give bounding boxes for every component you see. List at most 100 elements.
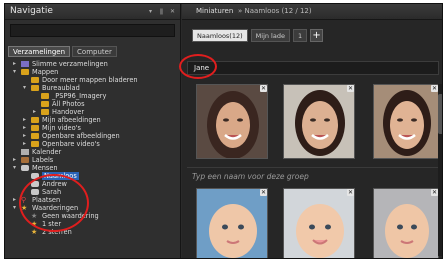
app-window: Navigatie ▾ ǁ ✕ Verzamelingen Computer ▸… (4, 3, 443, 259)
tree-item-label: Labels (32, 156, 54, 164)
breadcrumb: » Naamloos (12 / 12) (238, 7, 312, 15)
tree-item-label: _PSP96_Imagery (52, 92, 107, 100)
remove-thumbnail-icon[interactable]: ✕ (260, 85, 267, 92)
baby-face-photo (284, 189, 354, 258)
folder-icon (31, 117, 39, 123)
tab-verzamelingen[interactable]: Verzamelingen (8, 46, 71, 57)
baby-face-photo (197, 189, 267, 258)
vertical-scrollbar[interactable] (438, 84, 442, 256)
face-thumbnail[interactable]: ✕ (373, 84, 439, 159)
tree-item[interactable]: ▸ Openbare video's (5, 140, 181, 148)
calendar-icon (21, 149, 29, 155)
tree-item-label: Kalender (32, 148, 62, 156)
tree-item[interactable]: _PSP96_Imagery (5, 92, 181, 100)
panel-dock-icon[interactable]: ǁ (160, 8, 163, 15)
tag-icon (21, 157, 29, 163)
folder-icon (41, 109, 49, 115)
add-tab-button[interactable]: + (310, 29, 324, 42)
collapse-arrow-icon[interactable]: ▾ (13, 164, 16, 172)
tree-item[interactable]: ▾ Mappen (5, 68, 181, 76)
thumbnails-header: Miniaturen » Naamloos (12 / 12) (182, 4, 442, 20)
remove-thumbnail-icon[interactable]: ✕ (431, 189, 438, 196)
expand-arrow-icon[interactable]: ▸ (23, 140, 26, 148)
face-thumbnail[interactable]: ✕ (283, 84, 355, 159)
folder-icon (31, 85, 39, 91)
folder-icon (31, 141, 39, 147)
folder-icon (31, 133, 39, 139)
highlight-ring-people (19, 174, 89, 232)
face-thumbnail[interactable]: ✕ (283, 188, 355, 258)
tree-item[interactable]: Door meer mappen bladeren (5, 76, 181, 84)
folder-icon (41, 93, 49, 99)
person-icon (21, 165, 29, 171)
thumbnails-panel: Miniaturen » Naamloos (12 / 12) Naamloos… (182, 4, 442, 258)
highlight-ring-name-field (179, 54, 217, 79)
folder-icon (31, 77, 39, 83)
tab-count[interactable]: 1 (292, 29, 308, 42)
tree-item[interactable]: ▾ Bureaublad (5, 84, 181, 92)
remove-thumbnail-icon[interactable]: ✕ (347, 85, 354, 92)
tree-item[interactable]: ▾ Mensen (5, 164, 181, 172)
expand-arrow-icon[interactable]: ▸ (33, 108, 36, 116)
woman-face-photo (374, 85, 438, 158)
folder-icon (41, 101, 49, 107)
collapse-arrow-icon[interactable]: ▾ (23, 84, 26, 92)
tree-item[interactable]: ▸ Handover (5, 108, 181, 116)
tree-item-label: Openbare afbeeldingen (42, 132, 120, 140)
expand-arrow-icon[interactable]: ▸ (13, 196, 16, 204)
tab-naamloos[interactable]: Naamloos(12) (192, 29, 248, 42)
tree-item-label: Mensen (32, 164, 58, 172)
star-icon: ★ (31, 228, 38, 236)
expand-arrow-icon[interactable]: ▸ (13, 156, 16, 164)
baby-face-photo (374, 189, 438, 258)
navigation-header: Navigatie ▾ ǁ ✕ (5, 4, 180, 20)
collapse-arrow-icon[interactable]: ▾ (13, 204, 16, 212)
collapse-arrow-icon[interactable]: ▾ (13, 68, 16, 76)
remove-thumbnail-icon[interactable]: ✕ (260, 189, 267, 196)
folder-icon (31, 125, 39, 131)
tree-item-label: Openbare video's (42, 140, 100, 148)
tree-item-label: Door meer mappen bladeren (42, 76, 138, 84)
face-thumbnail[interactable]: ✕ (196, 188, 268, 258)
tree-item[interactable]: All Photos (5, 100, 181, 108)
tab-computer[interactable]: Computer (72, 46, 117, 57)
tree-item-label: Mappen (32, 68, 59, 76)
navigation-tabs: Verzamelingen Computer (8, 46, 117, 57)
tree-item[interactable]: ★ 2 sterren (5, 228, 181, 236)
face-thumbnail[interactable]: ✕ (373, 188, 439, 258)
tree-item[interactable]: Kalender (5, 148, 181, 156)
thumbnails-title: Miniaturen (196, 7, 234, 15)
tree-item[interactable]: ▸ Mijn video's (5, 124, 181, 132)
tree-item[interactable]: ▸ Labels (5, 156, 181, 164)
group-divider (187, 167, 439, 168)
face-thumbnail[interactable]: ✕ (196, 84, 268, 159)
expand-arrow-icon[interactable]: ▸ (23, 116, 26, 124)
tree-item[interactable]: ▸ Openbare afbeeldingen (5, 132, 181, 140)
expand-arrow-icon[interactable]: ▸ (23, 124, 26, 132)
navigation-title: Navigatie (10, 6, 53, 16)
tree-item-label: Mijn afbeeldingen (42, 116, 101, 124)
navigation-search-field[interactable] (10, 24, 175, 37)
group-name-placeholder[interactable]: Typ een naam voor deze groep (192, 172, 309, 181)
tree-item[interactable]: Naamloos (5, 172, 181, 180)
tab-mijn-lade[interactable]: Mijn lade (250, 29, 290, 42)
folder-icon (21, 69, 29, 75)
woman-face-photo (197, 85, 267, 158)
scrollbar-thumb[interactable] (438, 94, 442, 134)
remove-thumbnail-icon[interactable]: ✕ (347, 189, 354, 196)
tree-item-label: All Photos (52, 100, 85, 108)
expand-arrow-icon[interactable]: ▸ (23, 132, 26, 140)
tree-item[interactable]: ▸ Slimme verzamelingen (5, 60, 181, 68)
remove-thumbnail-icon[interactable]: ✕ (431, 85, 438, 92)
smart-album-icon (21, 61, 29, 67)
tree-item-label: Handover (52, 108, 85, 116)
panel-menu-icon[interactable]: ▾ (149, 8, 152, 15)
panel-close-icon[interactable]: ✕ (170, 8, 175, 15)
tree-item-label: Slimme verzamelingen (32, 60, 108, 68)
tray-tabs: Naamloos(12) Mijn lade 1 + (192, 29, 324, 42)
woman-face-photo (284, 85, 354, 158)
expand-arrow-icon[interactable]: ▸ (13, 60, 16, 68)
tree-item-label: Bureaublad (42, 84, 80, 92)
person-name-input[interactable]: Jane (187, 61, 439, 75)
tree-item[interactable]: ▸ Mijn afbeeldingen (5, 116, 181, 124)
